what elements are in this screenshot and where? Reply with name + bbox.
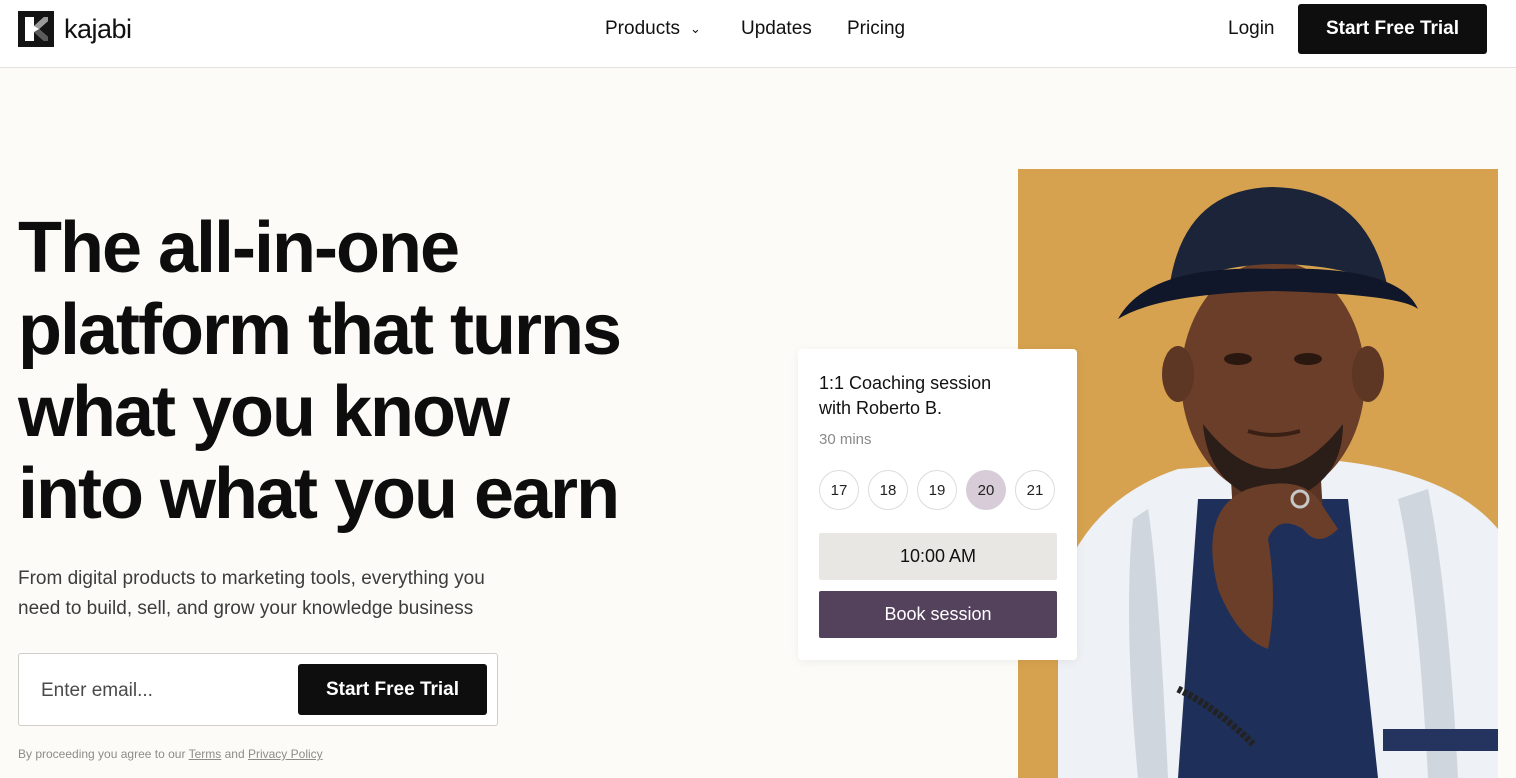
subtext-line: From digital products to marketing tools… <box>18 568 485 589</box>
session-title: 1:1 Coaching session with Roberto B. <box>819 371 1059 421</box>
date-picker: 17 18 19 20 21 <box>819 470 1064 510</box>
nav-updates-label: Updates <box>741 18 812 39</box>
session-duration: 30 mins <box>819 431 872 448</box>
headline-line: The all-in-one <box>18 208 460 288</box>
nav-products-label: Products <box>605 18 680 39</box>
nav-pricing[interactable]: Pricing <box>847 18 905 40</box>
hero-subtext: From digital products to marketing tools… <box>18 564 558 624</box>
date-option[interactable]: 19 <box>917 470 957 510</box>
privacy-policy-link[interactable]: Privacy Policy <box>248 747 323 761</box>
session-title-line: with Roberto B. <box>819 398 943 418</box>
book-session-button[interactable]: Book session <box>819 591 1057 638</box>
top-navigation: kajabi Products ⌄ Updates Pricing Login … <box>0 0 1516 68</box>
kajabi-logo[interactable]: kajabi <box>18 11 132 47</box>
legal-notice: By proceeding you agree to our Terms and… <box>18 747 323 761</box>
subtext-line: need to build, sell, and grow your knowl… <box>18 598 474 619</box>
headline-line: into what you earn <box>18 454 620 534</box>
kajabi-k-mark-icon <box>18 11 54 47</box>
email-signup-form: Start Free Trial <box>18 653 498 726</box>
brand-name: kajabi <box>64 13 132 44</box>
coach-portrait-illustration <box>1058 187 1498 778</box>
nav-products[interactable]: Products ⌄ <box>605 18 701 40</box>
chevron-down-icon: ⌄ <box>689 21 701 36</box>
hero-headline: The all-in-one platform that turns what … <box>18 207 718 535</box>
date-option[interactable]: 21 <box>1015 470 1055 510</box>
booking-card: 1:1 Coaching session with Roberto B. 30 … <box>798 349 1077 660</box>
nav-pricing-label: Pricing <box>847 18 906 39</box>
terms-link[interactable]: Terms <box>189 747 222 761</box>
headline-line: what you know <box>18 372 510 452</box>
header-start-free-trial-button[interactable]: Start Free Trial <box>1298 4 1487 54</box>
coach-photo <box>1018 169 1498 778</box>
legal-prefix: By proceeding you agree to our <box>18 747 186 761</box>
nav-updates[interactable]: Updates <box>741 18 812 40</box>
headline-line: platform that turns <box>18 290 622 370</box>
date-option-selected[interactable]: 20 <box>966 470 1006 510</box>
login-link[interactable]: Login <box>1228 18 1275 40</box>
date-option[interactable]: 18 <box>868 470 908 510</box>
hero-start-free-trial-button[interactable]: Start Free Trial <box>298 664 487 715</box>
date-option[interactable]: 17 <box>819 470 859 510</box>
email-input[interactable] <box>39 674 293 708</box>
time-slot-button[interactable]: 10:00 AM <box>819 533 1057 580</box>
legal-and: and <box>224 747 245 761</box>
session-title-line: 1:1 Coaching session <box>819 373 992 393</box>
